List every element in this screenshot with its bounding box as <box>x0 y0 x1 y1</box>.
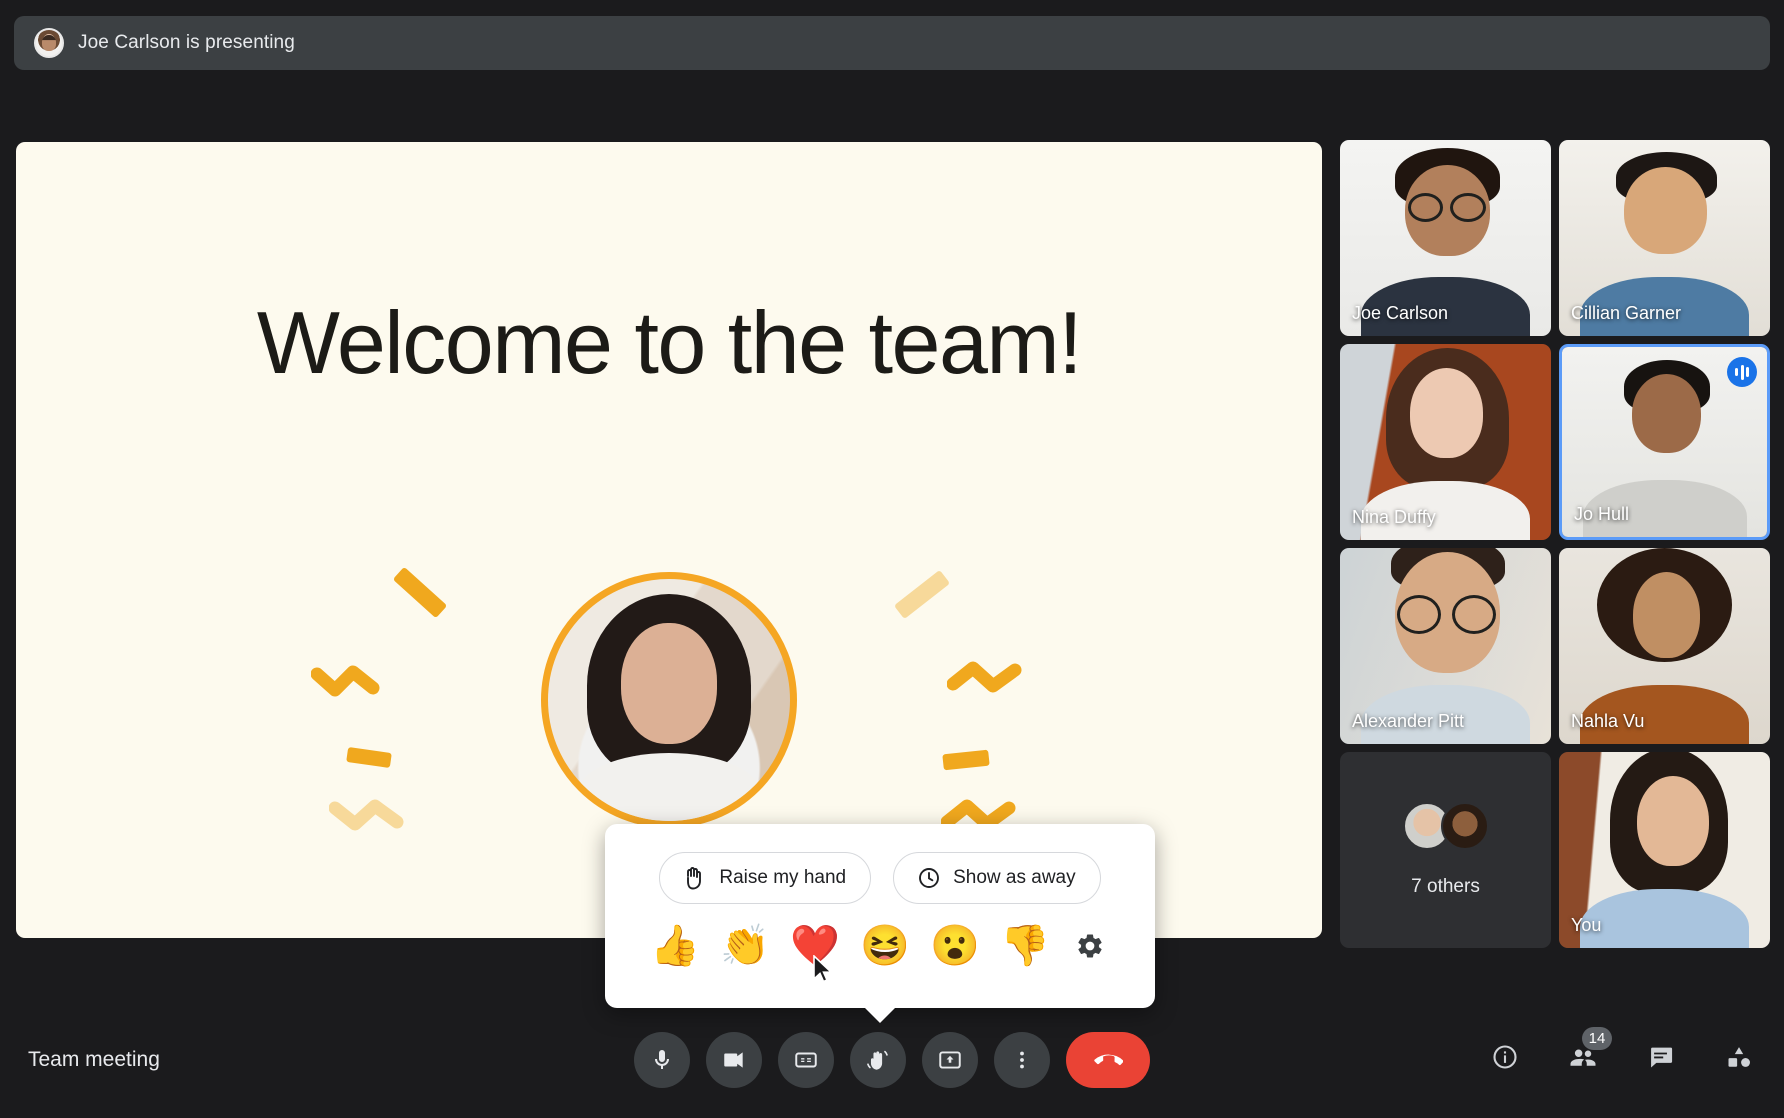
microphone-icon <box>655 1050 669 1069</box>
participant-name: Nina Duffy <box>1352 507 1436 527</box>
participant-row: 7 others You <box>1340 752 1770 948</box>
more-vertical-icon <box>1020 1051 1024 1069</box>
participant-count-badge: 14 <box>1582 1027 1612 1050</box>
camera-button[interactable] <box>706 1032 762 1088</box>
avatar <box>1440 802 1489 850</box>
participant-tile-you[interactable]: You <box>1559 752 1770 948</box>
others-tile[interactable]: 7 others <box>1340 752 1551 948</box>
emoji-reactions-row: 👍 👏 ❤️ 😆 😮 👎 <box>605 926 1155 966</box>
activities-icon <box>1728 1047 1750 1067</box>
info-icon <box>1493 1045 1517 1069</box>
presenting-banner: Joe Carlson is presenting <box>14 16 1770 70</box>
present-screen-button[interactable] <box>922 1032 978 1088</box>
participant-grid: Joe Carlson Cillian Garner Nina Duffy Jo… <box>1340 140 1770 956</box>
gear-icon <box>1078 934 1102 958</box>
participant-name: Joe Carlson <box>1352 303 1449 323</box>
clock-icon <box>919 868 940 888</box>
raised-hand-icon <box>687 867 702 890</box>
participant-name: Nahla Vu <box>1571 711 1645 731</box>
participant-tile-jo-hull[interactable]: Jo Hull <box>1559 344 1770 540</box>
more-options-button[interactable] <box>994 1032 1050 1088</box>
raise-my-hand-label: Raise my hand <box>719 867 847 888</box>
participant-name: Alexander Pitt <box>1352 711 1465 731</box>
captions-button[interactable] <box>778 1032 834 1088</box>
chat-button[interactable] <box>1644 1040 1678 1074</box>
reactions-hand-icon <box>867 1050 888 1070</box>
participant-tile-alexander-pitt[interactable]: Alexander Pitt <box>1340 548 1551 744</box>
reaction-thumbs-up[interactable]: 👍 <box>650 926 700 966</box>
presenter-avatar-icon <box>34 28 64 58</box>
people-button[interactable]: 14 <box>1566 1027 1612 1074</box>
confetti-dash <box>346 747 392 768</box>
end-call-button[interactable] <box>1066 1032 1150 1088</box>
present-screen-icon <box>939 1051 961 1069</box>
reaction-thumbs-down[interactable]: 👎 <box>1000 926 1050 966</box>
google-meet-window: Joe Carlson is presenting Welcome to the… <box>0 0 1784 1118</box>
captions-icon <box>795 1052 817 1068</box>
others-avatars <box>1402 802 1489 850</box>
participant-tile-cillian-garner[interactable]: Cillian Garner <box>1559 140 1770 336</box>
participant-tile-nina-duffy[interactable]: Nina Duffy <box>1340 344 1551 540</box>
activities-button[interactable] <box>1722 1040 1756 1074</box>
end-call-icon <box>1094 1054 1123 1066</box>
participant-tile-nahla-vu[interactable]: Nahla Vu <box>1559 548 1770 744</box>
reaction-clapping-hands[interactable]: 👏 <box>720 926 770 966</box>
participant-tile-joe-carlson[interactable]: Joe Carlson <box>1340 140 1551 336</box>
confetti-squiggle <box>947 661 1022 693</box>
reactions-settings-button[interactable] <box>1070 926 1110 966</box>
participant-row: Alexander Pitt Nahla Vu <box>1340 548 1770 744</box>
meeting-title: Team meeting <box>28 1048 160 1071</box>
participant-name: You <box>1571 915 1602 935</box>
presenting-banner-label: Joe Carlson is presenting <box>78 32 295 53</box>
popup-actions-row: Raise my hand Show as away <box>605 824 1155 904</box>
meeting-controls <box>634 1032 1150 1088</box>
slide-title: Welcome to the team! <box>256 293 1083 392</box>
meeting-details-button[interactable] <box>1488 1040 1522 1074</box>
others-label: 7 others <box>1411 876 1480 897</box>
chat-icon <box>1651 1047 1673 1068</box>
slide-portrait <box>541 572 797 828</box>
reaction-face-with-open-mouth[interactable]: 😮 <box>930 926 980 966</box>
confetti-dash-pale <box>893 569 951 620</box>
reaction-grinning-squinting-face[interactable]: 😆 <box>860 926 910 966</box>
confetti-squiggle <box>311 665 380 697</box>
confetti-dash <box>942 749 990 771</box>
raise-my-hand-button[interactable]: Raise my hand <box>659 852 872 904</box>
presentation-slide[interactable]: Welcome to the team! Amy Liu <box>16 142 1322 938</box>
reactions-button[interactable] <box>850 1032 906 1088</box>
meeting-right-icons: 14 <box>1488 1027 1756 1074</box>
confetti-dash <box>392 566 448 619</box>
confetti-squiggle-pale <box>329 799 404 831</box>
show-as-away-label: Show as away <box>953 867 1076 888</box>
mouse-cursor <box>813 955 833 983</box>
reactions-popup: Raise my hand Show as away 👍 👏 ❤️ 😆 😮 👎 <box>605 824 1155 1008</box>
participant-row: Joe Carlson Cillian Garner <box>1340 140 1770 336</box>
camera-icon <box>724 1052 743 1068</box>
participant-row: Nina Duffy Jo Hull <box>1340 344 1770 540</box>
active-speaker-mic-icon <box>1727 357 1757 387</box>
participant-name: Cillian Garner <box>1571 303 1682 323</box>
show-as-away-button[interactable]: Show as away <box>893 852 1101 904</box>
participant-name: Jo Hull <box>1574 504 1630 524</box>
microphone-button[interactable] <box>634 1032 690 1088</box>
